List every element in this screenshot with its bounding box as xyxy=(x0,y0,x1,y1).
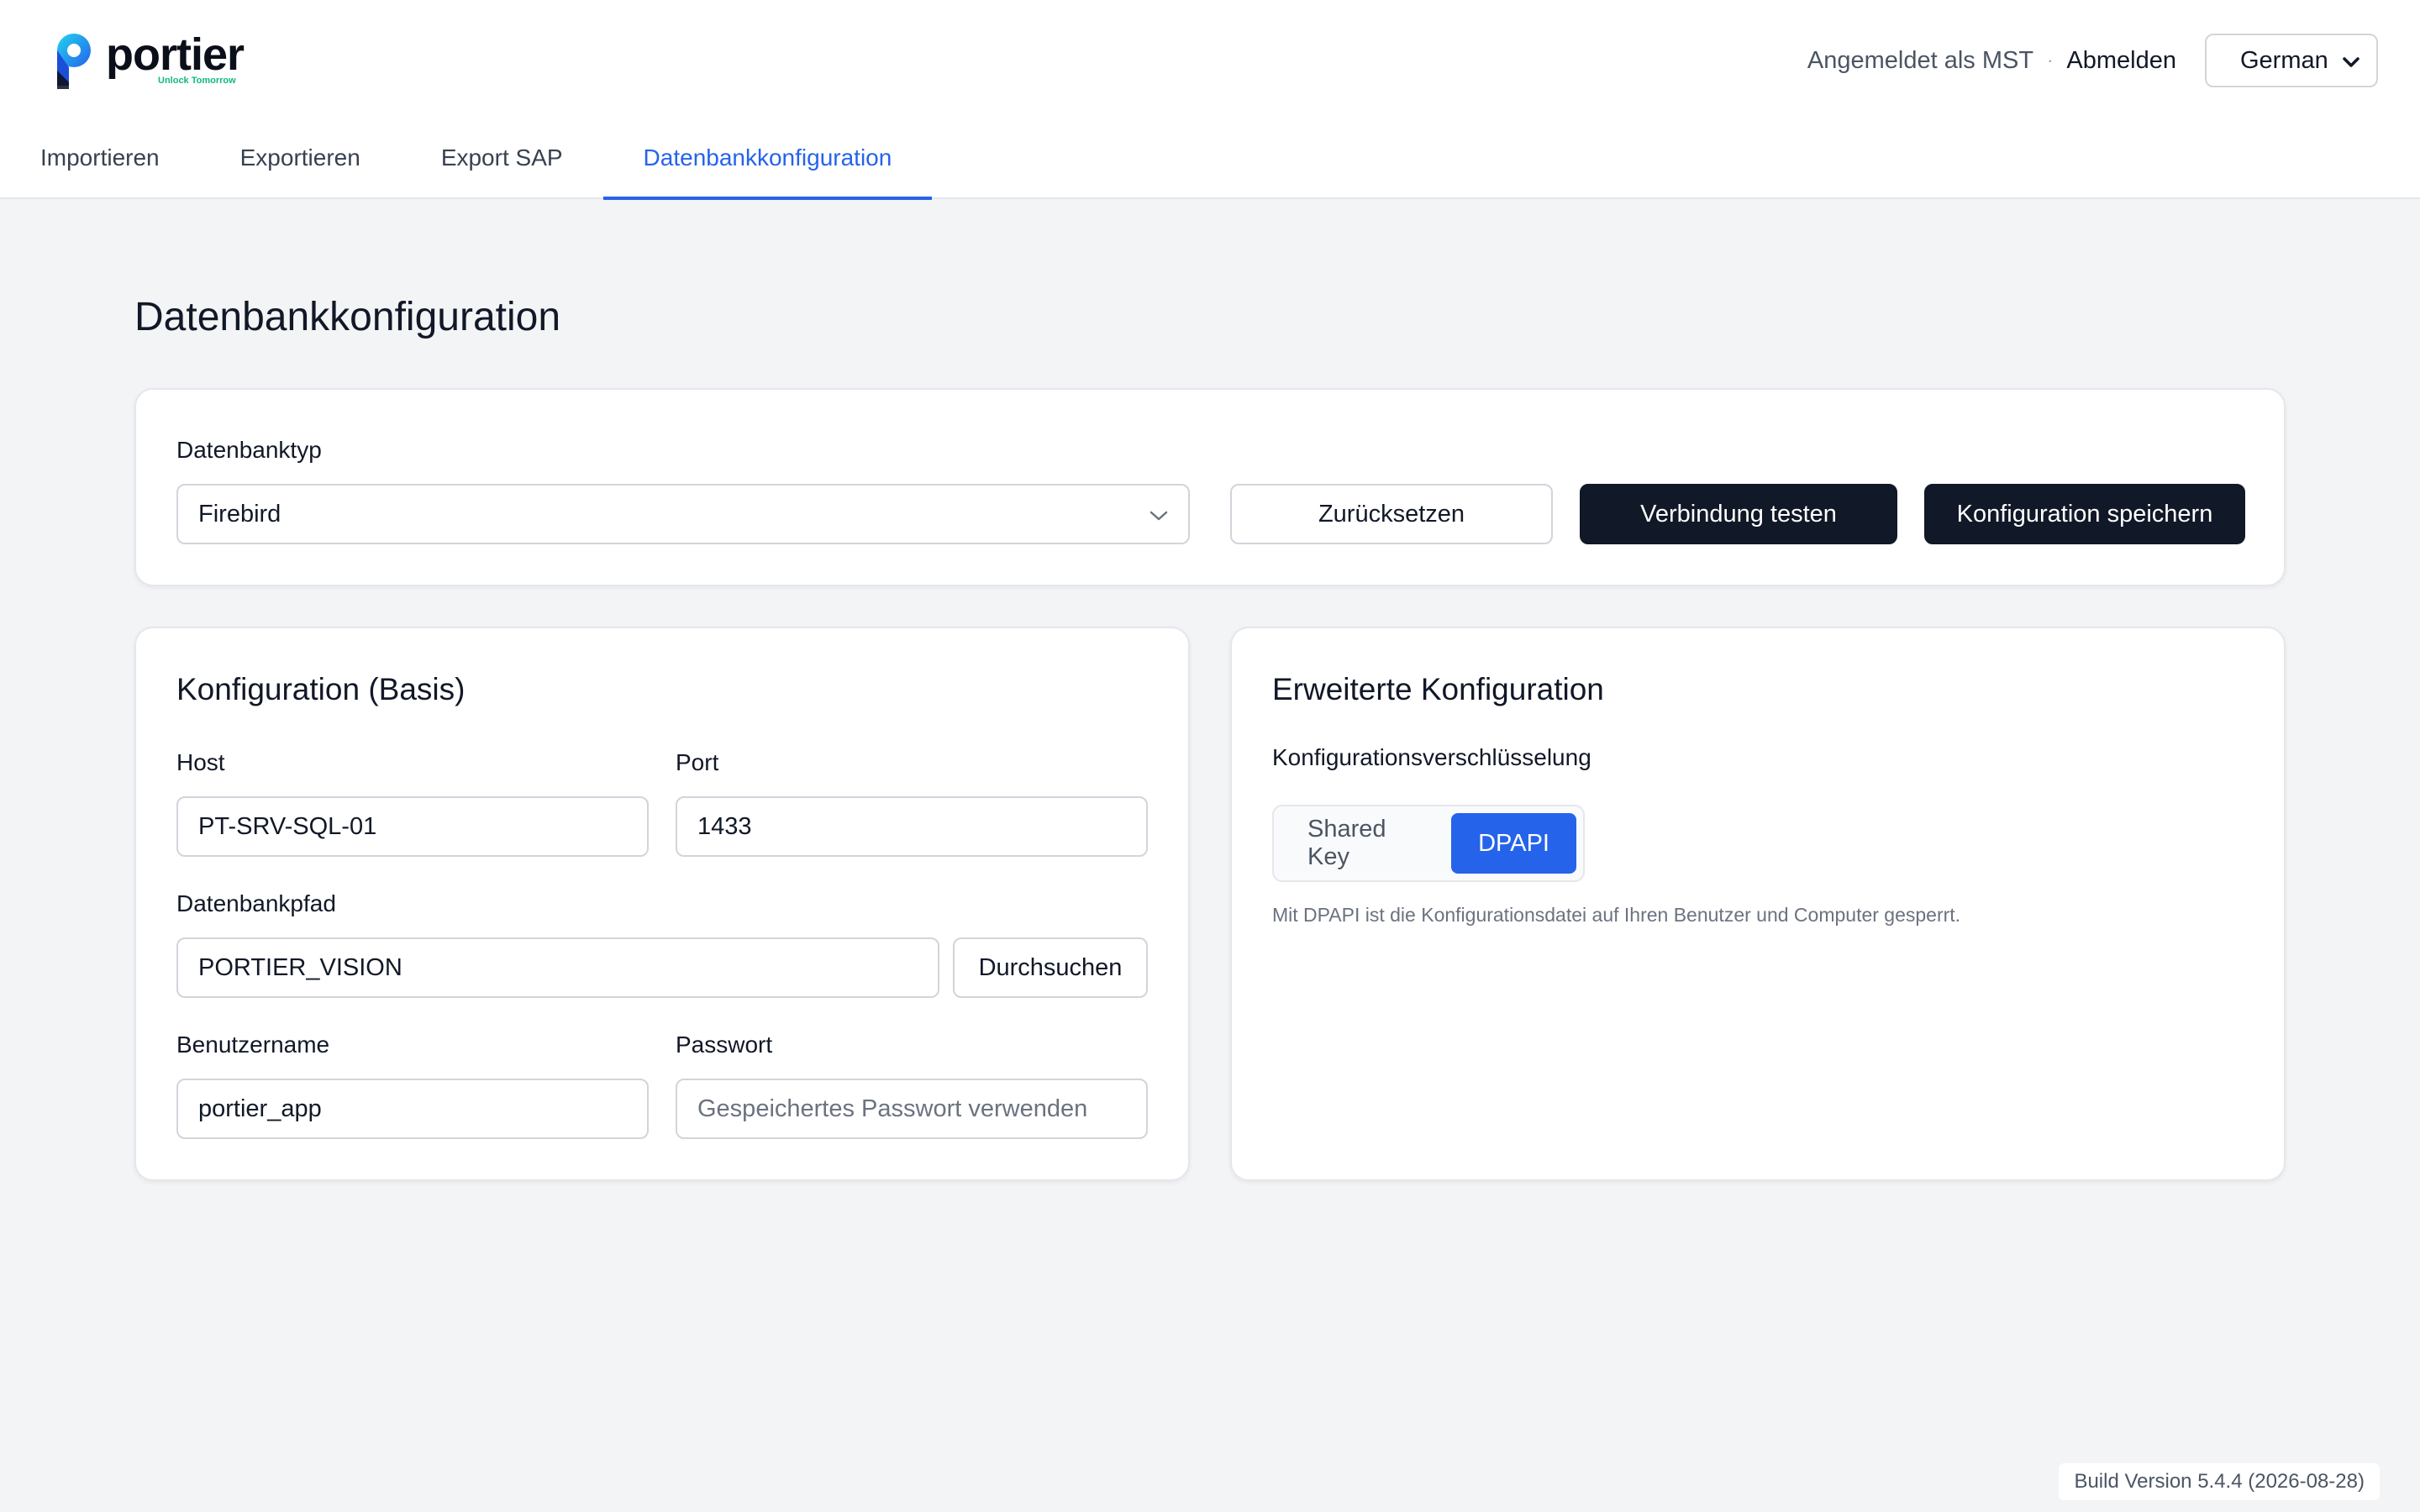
db-path-label: Datenbankpfad xyxy=(176,890,336,916)
tab-datenbankkonfiguration[interactable]: Datenbankkonfiguration xyxy=(602,126,933,200)
logo-wordmark: portier xyxy=(106,29,245,80)
option-dpapi[interactable]: DPAPI xyxy=(1451,813,1576,874)
db-path-input[interactable]: PORTIER_VISION xyxy=(176,937,939,998)
db-type-select-value: Firebird xyxy=(198,500,281,528)
language-select[interactable]: German xyxy=(2205,34,2378,87)
password-label: Passwort xyxy=(676,1032,773,1058)
basic-config-card: Konfiguration (Basis) Host PT-SRV-SQL-01… xyxy=(134,627,1190,1181)
db-type-card: Datenbanktyp Firebird Zurücksetzen Verbi… xyxy=(134,388,2286,586)
host-input[interactable]: PT-SRV-SQL-01 xyxy=(176,796,649,857)
chevron-down-icon xyxy=(1150,501,1168,528)
build-version: Build Version 5.4.4 (2026-08-28) xyxy=(2059,1463,2380,1500)
advanced-config-heading: Erweiterte Konfiguration xyxy=(1272,672,1604,706)
host-label: Host xyxy=(176,749,225,775)
reset-button[interactable]: Zurücksetzen xyxy=(1230,484,1553,544)
tab-importieren[interactable]: Importieren xyxy=(0,126,200,199)
language-select-value: German xyxy=(2240,46,2328,74)
db-type-label: Datenbanktyp xyxy=(176,437,322,463)
signed-in-text: Angemeldet als MST xyxy=(1807,46,2034,74)
separator: · xyxy=(2047,50,2054,71)
option-shared-key[interactable]: Shared Key xyxy=(1281,813,1451,874)
db-type-select[interactable]: Firebird xyxy=(176,484,1190,544)
main-tabs: Importieren Exportieren Export SAP Daten… xyxy=(0,126,933,200)
browse-button[interactable]: Durchsuchen xyxy=(953,937,1148,998)
encryption-label: Konfigurationsverschlüsselung xyxy=(1272,744,1591,770)
test-connection-button[interactable]: Verbindung testen xyxy=(1580,484,1897,544)
username-input[interactable]: portier_app xyxy=(176,1079,649,1139)
password-input[interactable]: Gespeichertes Passwort verwenden xyxy=(676,1079,1148,1139)
port-label: Port xyxy=(676,749,719,775)
save-config-button[interactable]: Konfiguration speichern xyxy=(1924,484,2245,544)
tab-exportieren[interactable]: Exportieren xyxy=(200,126,401,199)
tab-export-sap[interactable]: Export SAP xyxy=(401,126,603,199)
encryption-hint: Mit DPAPI ist die Konfigurationsdatei au… xyxy=(1272,904,1961,926)
portier-logo[interactable]: portier Unlock Tomorrow xyxy=(52,29,245,89)
logout-link[interactable]: Abmelden xyxy=(2066,47,2176,75)
encryption-toggle: Shared Key DPAPI xyxy=(1272,805,1585,882)
port-input[interactable]: 1433 xyxy=(676,796,1148,857)
chevron-down-icon xyxy=(2343,47,2360,75)
user-area: Angemeldet als MST · Abmelden German xyxy=(1807,34,2378,87)
app-header: portier Unlock Tomorrow Angemeldet als M… xyxy=(0,0,2420,200)
portier-logo-mark-icon xyxy=(52,34,92,89)
logo-tagline: Unlock Tomorrow xyxy=(158,76,236,86)
basic-config-heading: Konfiguration (Basis) xyxy=(176,672,466,706)
username-label: Benutzername xyxy=(176,1032,330,1058)
advanced-config-card: Erweiterte Konfiguration Konfigurationsv… xyxy=(1230,627,2286,1181)
page-title: Datenbankkonfiguration xyxy=(134,295,561,339)
